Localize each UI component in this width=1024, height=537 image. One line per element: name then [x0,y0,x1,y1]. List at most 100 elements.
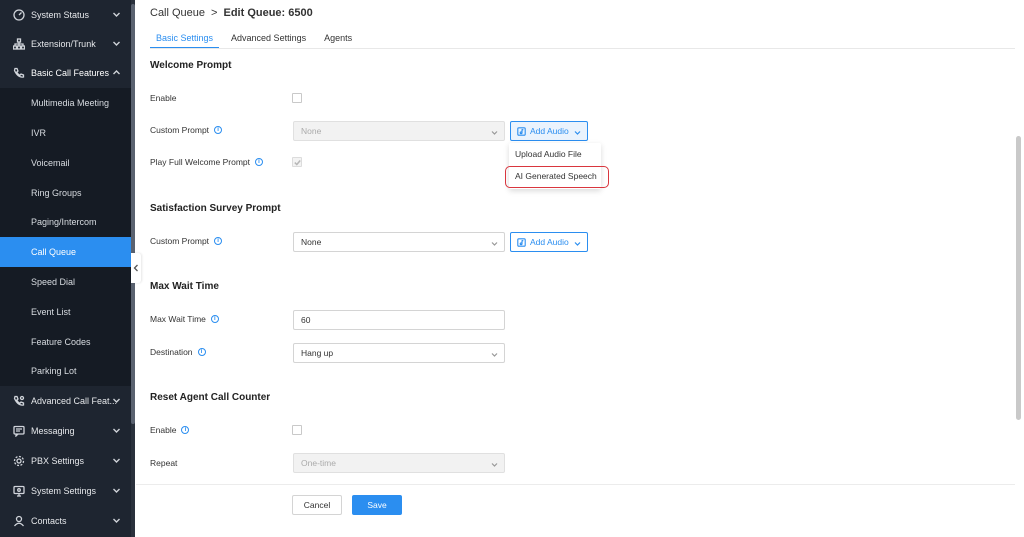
info-icon[interactable]: i [197,348,206,356]
play-full-welcome-prompt-label: Play Full Welcome Prompt i [150,157,263,167]
sidebar-item-system-settings[interactable]: System Settings [0,476,131,506]
sidebar-subitem-label: Multimedia Meeting [31,98,110,108]
info-icon[interactable]: i [214,237,223,245]
sidebar-item-advanced-call-features[interactable]: Advanced Call Feat... [0,386,131,416]
welcome-add-audio-button[interactable]: Add Audio [510,121,588,141]
tab-advanced-settings[interactable]: Advanced Settings [225,30,312,49]
message-icon [12,424,26,438]
chevron-up-icon [112,68,121,77]
sidebar-item-extension-trunk[interactable]: Extension/Trunk [0,29,131,59]
sidebar-subitem-label: Voicemail [31,158,70,168]
select-value: None [301,126,322,136]
label-text: Repeat [150,458,178,468]
section-title-satisfaction-survey: Satisfaction Survey Prompt [150,203,281,214]
max-wait-time-input[interactable]: 60 [293,310,505,330]
section-title-max-wait-time: Max Wait Time [150,281,219,292]
play-full-welcome-checkbox[interactable] [292,157,302,167]
section-title-reset-agent-call-counter: Reset Agent Call Counter [150,392,271,403]
sidebar-subitem-ivr[interactable]: IVR [0,118,131,148]
sidebar-item-system-status[interactable]: System Status [0,0,131,30]
gauge-icon [12,8,26,22]
chevron-down-icon [491,350,498,357]
sidebar-subitem-label: IVR [31,128,47,138]
breadcrumb-parent[interactable]: Call Queue [150,7,205,19]
survey-custom-prompt-select[interactable]: None [293,232,505,252]
reset-counter-enable-checkbox[interactable] [292,425,302,435]
main-scrollbar[interactable] [1016,136,1021,420]
section-title-welcome-prompt: Welcome Prompt [150,60,232,71]
info-icon[interactable]: i [210,315,219,323]
sidebar-item-label: Advanced Call Feat... [31,396,118,406]
info-icon[interactable]: i [181,426,190,434]
sidebar-subitem-parking-lot[interactable]: Parking Lot [0,356,131,386]
sidebar-subitem-label: Call Queue [31,247,77,257]
menu-item-upload-audio-file[interactable]: Upload Audio File [515,149,582,159]
sidebar-item-label: Contacts [31,516,67,526]
sidebar-subitem-label: Ring Groups [31,188,82,198]
sidebar-item-label: PBX Settings [31,456,85,466]
label-text: Custom Prompt [150,236,210,246]
cancel-button[interactable]: Cancel [292,495,342,515]
chevron-down-icon [112,396,121,405]
info-icon[interactable]: i [254,158,263,166]
sidebar-subitem-multimedia-meeting[interactable]: Multimedia Meeting [0,88,131,118]
tab-bar: Basic Settings Advanced Settings Agents [150,30,360,49]
tab-agents[interactable]: Agents [318,30,358,49]
destination-label: Destination i [150,347,206,357]
sidebar-subitem-label: Event List [31,307,71,317]
sidebar-scrollbar[interactable] [131,4,135,424]
breadcrumb-separator: > [211,7,218,19]
sidebar-subitem-feature-codes[interactable]: Feature Codes [0,327,131,357]
footer-divider [136,484,1015,485]
select-value: None [301,237,322,247]
sidebar-item-label: Basic Call Features [31,68,110,78]
sidebar-item-label: System Settings [31,486,97,496]
chevron-down-icon [491,128,498,135]
repeat-select[interactable]: One-time [293,453,505,473]
max-wait-time-label: Max Wait Time i [150,314,219,324]
chevron-down-icon [491,239,498,246]
sidebar-item-label: System Status [31,10,90,20]
tab-divider [150,48,1015,49]
sidebar-subitem-speed-dial[interactable]: Speed Dial [0,267,131,297]
page-title: Edit Queue: 6500 [223,7,313,19]
chevron-down-icon [112,10,121,19]
button-label: Add Audio [530,237,569,247]
repeat-label: Repeat [150,458,177,468]
phone-settings-icon [12,394,26,408]
chevron-down-icon [112,39,121,48]
sidebar-subitem-event-list[interactable]: Event List [0,297,131,327]
enable-label: Enable i [150,425,190,435]
highlight-annotation [505,166,609,188]
label-text: Play Full Welcome Prompt [150,157,250,167]
label-text: Enable [150,425,177,435]
sidebar-item-basic-call-features[interactable]: Basic Call Features [0,58,131,88]
welcome-custom-prompt-select[interactable]: None [293,121,505,141]
sidebar-subitem-label: Paging/Intercom [31,217,97,227]
chevron-down-icon [112,456,121,465]
sidebar-subitem-paging-intercom[interactable]: Paging/Intercom [0,207,131,237]
chevron-left-icon [133,264,138,272]
info-icon[interactable]: i [214,126,223,134]
enable-label: Enable [150,93,176,103]
sidebar-item-contacts[interactable]: Contacts [0,506,131,536]
sidebar-subitem-voicemail[interactable]: Voicemail [0,148,131,178]
save-button[interactable]: Save [352,495,402,515]
phone-icon [12,66,26,80]
sidebar-item-pbx-settings[interactable]: PBX Settings [0,446,131,476]
sidebar-item-messaging[interactable]: Messaging [0,416,131,446]
destination-select[interactable]: Hang up [293,343,505,363]
sidebar-item-label: Extension/Trunk [31,39,96,49]
breadcrumb: Call Queue > Edit Queue: 6500 [150,7,313,19]
label-text: Enable [150,93,177,103]
chevron-down-icon [574,239,581,246]
chevron-down-icon [112,426,121,435]
welcome-enable-checkbox[interactable] [292,93,302,103]
label-text: Custom Prompt [150,125,210,135]
survey-add-audio-button[interactable]: Add Audio [510,232,588,252]
select-value: One-time [301,458,336,468]
tab-basic-settings[interactable]: Basic Settings [150,30,220,49]
sidebar-subitem-call-queue[interactable]: Call Queue [0,237,131,267]
sidebar-collapse-button[interactable] [131,253,141,283]
sidebar-subitem-ring-groups[interactable]: Ring Groups [0,178,131,208]
